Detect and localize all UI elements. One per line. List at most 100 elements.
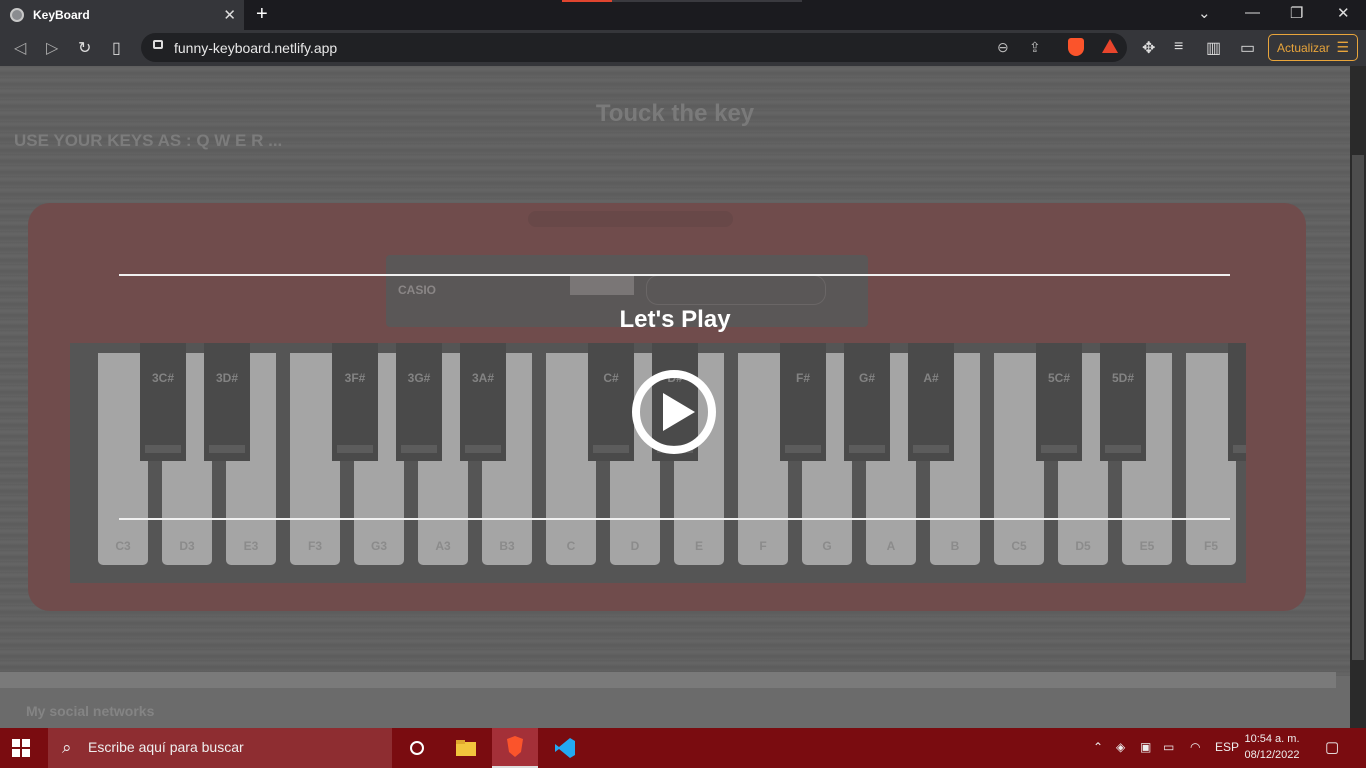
search-icon: ⌕: [62, 738, 72, 757]
black-key-pad: [209, 445, 245, 453]
overlay-bottom-line: [119, 518, 1230, 520]
update-button[interactable]: Actualizar ☰: [1268, 34, 1358, 61]
white-key-label: A: [886, 539, 896, 553]
taskbar: ⌕ Escribe aquí para buscar ⌃ ◈ ▣ ▭ ◠ ESP…: [0, 728, 1366, 768]
white-key-label: E3: [243, 539, 259, 553]
black-key-label: 3F#: [344, 371, 366, 385]
scrollbar-thumb[interactable]: [1352, 155, 1364, 660]
extensions-icon[interactable]: ✥: [1142, 38, 1155, 58]
overlay-top-line: [119, 274, 1230, 276]
black-key[interactable]: 3F#: [332, 343, 378, 461]
white-key-label: D: [630, 539, 640, 553]
tab-title: KeyBoard: [33, 8, 90, 22]
close-window-icon[interactable]: ✕: [1337, 4, 1350, 22]
tray-chevron-icon[interactable]: ⌃: [1093, 740, 1103, 754]
clock[interactable]: 10:54 a. m. 08/12/2022: [1240, 731, 1304, 763]
notifications-icon[interactable]: ▢: [1325, 738, 1339, 756]
zoom-icon[interactable]: ⊖: [997, 39, 1009, 56]
black-key-label: 3D#: [215, 371, 238, 385]
brave-taskbar-icon[interactable]: [492, 728, 538, 768]
browser-toolbar: ◁ ▷ ↻ ▯ funny-keyboard.netlify.app ⊖ ⇪ ✥…: [0, 30, 1366, 66]
brand-label: CASIO: [398, 283, 437, 297]
chevron-down-icon[interactable]: ⌄: [1198, 4, 1211, 22]
black-key[interactable]: G#: [844, 343, 890, 461]
cortana-icon[interactable]: [394, 728, 440, 768]
wallet-icon[interactable]: ▭: [1240, 38, 1255, 58]
black-key-pad: [849, 445, 885, 453]
black-key[interactable]: 5: [1228, 343, 1246, 461]
black-key[interactable]: 3D#: [204, 343, 250, 461]
lock-icon: [153, 40, 163, 49]
taskbar-search[interactable]: ⌕ Escribe aquí para buscar: [48, 728, 392, 768]
white-key-label: F: [759, 539, 767, 553]
black-key-label: 3A#: [471, 371, 494, 385]
black-key-label: F#: [795, 371, 810, 385]
minimize-icon[interactable]: —: [1245, 4, 1260, 21]
wifi-icon[interactable]: ◠: [1190, 740, 1200, 754]
white-key-label: C: [566, 539, 576, 553]
vscode-icon[interactable]: [542, 728, 588, 768]
black-key[interactable]: C#: [588, 343, 634, 461]
back-icon[interactable]: ◁: [14, 38, 26, 58]
new-tab-icon[interactable]: +: [256, 3, 268, 26]
black-key-pad: [1041, 445, 1077, 453]
black-key-label: 5C#: [1047, 371, 1070, 385]
reload-icon[interactable]: ↻: [78, 38, 91, 58]
page-title: Touck the key: [595, 100, 755, 127]
white-key-label: F5: [1203, 539, 1218, 553]
black-key[interactable]: 5C#: [1036, 343, 1082, 461]
keyboard-handle: [528, 211, 733, 227]
tab-strip: KeyBoard ✕ + ⌄ — ❐ ✕: [0, 0, 1366, 30]
restore-icon[interactable]: ❐: [1290, 4, 1303, 22]
search-placeholder: Escribe aquí para buscar: [88, 739, 244, 755]
globe-icon: [10, 8, 24, 22]
close-tab-icon[interactable]: ✕: [223, 6, 236, 24]
black-key-pad: [401, 445, 437, 453]
language-indicator[interactable]: ESP: [1215, 740, 1239, 754]
black-key-label: A#: [923, 371, 939, 385]
clock-date: 08/12/2022: [1244, 749, 1300, 761]
black-key-label: 3C#: [151, 371, 174, 385]
windows-start-icon[interactable]: [12, 739, 30, 757]
page-content: Touck the key USE YOUR KEYS AS : Q W E R…: [0, 66, 1350, 728]
black-key-pad: [913, 445, 949, 453]
black-key[interactable]: F#: [780, 343, 826, 461]
sidebar-icon[interactable]: ▥: [1206, 38, 1221, 58]
black-key[interactable]: 3A#: [460, 343, 506, 461]
brave-shields-icon[interactable]: [1068, 38, 1084, 56]
black-key[interactable]: 5D#: [1100, 343, 1146, 461]
black-key-pad: [465, 445, 501, 453]
url-text[interactable]: funny-keyboard.netlify.app: [174, 40, 337, 56]
social-title: My social networks: [26, 703, 155, 719]
white-key-label: E: [694, 539, 703, 553]
white-key-label: G: [822, 539, 832, 553]
address-bar[interactable]: funny-keyboard.netlify.app ⊖ ⇪: [141, 33, 1127, 62]
browser-tab[interactable]: KeyBoard ✕: [0, 0, 244, 30]
meet-icon[interactable]: ▣: [1140, 740, 1151, 754]
play-button[interactable]: [631, 369, 717, 455]
white-key-label: B3: [499, 539, 515, 553]
forward-icon[interactable]: ▷: [46, 38, 58, 58]
black-key-label: C#: [603, 371, 619, 385]
media-icon[interactable]: ≡: [1174, 38, 1183, 56]
black-key-pad: [145, 445, 181, 453]
black-key-label: 5: [1228, 371, 1246, 385]
network-icon[interactable]: ▭: [1163, 740, 1174, 754]
white-key-label: C5: [1011, 539, 1027, 553]
black-key-label: G#: [858, 371, 875, 385]
overlay-title: Let's Play: [619, 306, 731, 333]
white-key-label: E5: [1139, 539, 1155, 553]
keys-hint: USE YOUR KEYS AS : Q W E R ...: [14, 131, 283, 150]
black-key[interactable]: 3G#: [396, 343, 442, 461]
file-explorer-icon[interactable]: [443, 728, 489, 768]
white-key-label: D5: [1075, 539, 1091, 553]
share-icon[interactable]: ⇪: [1029, 39, 1041, 56]
black-key[interactable]: 3C#: [140, 343, 186, 461]
black-key-pad: [337, 445, 373, 453]
brave-rewards-icon[interactable]: [1102, 39, 1118, 53]
black-key-pad: [1233, 445, 1246, 453]
bookmark-icon[interactable]: ▯: [112, 38, 121, 58]
white-key-label: A3: [435, 539, 451, 553]
black-key[interactable]: A#: [908, 343, 954, 461]
security-icon[interactable]: ◈: [1116, 740, 1125, 754]
